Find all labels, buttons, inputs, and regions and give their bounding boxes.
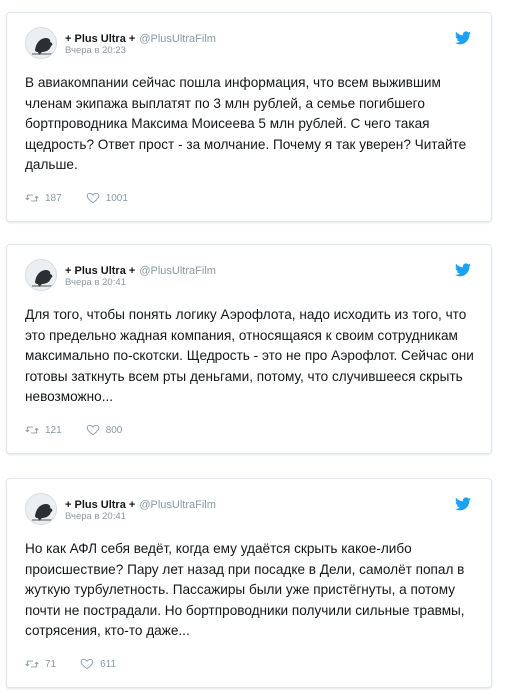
tweet-header: + Plus Ultra + @PlusUltraFilm Вчера в 20:… <box>25 493 475 527</box>
retweet-count: 121 <box>45 424 62 436</box>
retweet-count: 71 <box>45 658 57 670</box>
tweet-card[interactable]: + Plus Ultra + @PlusUltraFilm Вчера в 20:… <box>6 244 492 454</box>
like-count: 800 <box>105 424 123 436</box>
display-name[interactable]: + Plus Ultra + <box>65 265 135 277</box>
tweet-feed: + Plus Ultra + @PlusUltraFilm Вчера в 20:… <box>0 0 509 700</box>
avatar[interactable] <box>25 27 57 59</box>
retweet-button[interactable]: 71 <box>25 658 56 670</box>
like-count: 611 <box>100 658 117 670</box>
tweet-text: Но как АФЛ себя ведёт, когда ему удаётся… <box>25 541 465 638</box>
retweet-count: 187 <box>45 192 62 204</box>
tweet-text: Для того, чтобы понять логику Аэрофлота,… <box>25 307 474 404</box>
avatar[interactable] <box>25 493 57 525</box>
tweet-card[interactable]: + Plus Ultra + @PlusUltraFilm Вчера в 20:… <box>6 12 492 222</box>
tweet-header: + Plus Ultra + @PlusUltraFilm Вчера в 20:… <box>25 27 475 61</box>
heart-icon <box>80 658 94 670</box>
twitter-bird-icon[interactable] <box>455 31 471 45</box>
like-button[interactable]: 611 <box>80 658 116 670</box>
timestamp[interactable]: Вчера в 20:41 <box>65 277 126 288</box>
handle[interactable]: @PlusUltraFilm <box>139 33 216 45</box>
like-count: 1001 <box>105 192 128 204</box>
like-button[interactable]: 1001 <box>86 192 128 204</box>
handle[interactable]: @PlusUltraFilm <box>139 265 216 277</box>
tweet-actions: 71 611 <box>25 656 140 672</box>
retweet-button[interactable]: 121 <box>25 424 62 436</box>
retweet-button[interactable]: 187 <box>25 192 62 204</box>
like-button[interactable]: 800 <box>86 424 123 436</box>
tweet-actions: 121 800 <box>25 422 146 438</box>
retweet-icon <box>25 194 39 202</box>
display-name[interactable]: + Plus Ultra + <box>65 499 135 511</box>
tweet-header: + Plus Ultra + @PlusUltraFilm Вчера в 20:… <box>25 259 475 293</box>
timestamp[interactable]: Вчера в 20:23 <box>65 45 126 56</box>
handle[interactable]: @PlusUltraFilm <box>139 499 216 511</box>
tweet-actions: 187 1001 <box>25 190 152 206</box>
retweet-icon <box>25 660 39 668</box>
twitter-bird-icon[interactable] <box>455 497 471 511</box>
heart-icon <box>86 424 99 436</box>
avatar[interactable] <box>25 259 57 291</box>
display-name[interactable]: + Plus Ultra + <box>65 33 135 45</box>
tweet-card[interactable]: + Plus Ultra + @PlusUltraFilm Вчера в 20:… <box>6 478 492 688</box>
tweet-text: В авиакомпании сейчас пошла информация, … <box>25 75 467 172</box>
timestamp[interactable]: Вчера в 20:41 <box>65 511 126 522</box>
heart-icon <box>86 192 99 204</box>
retweet-icon <box>25 426 39 434</box>
twitter-bird-icon[interactable] <box>455 263 471 277</box>
